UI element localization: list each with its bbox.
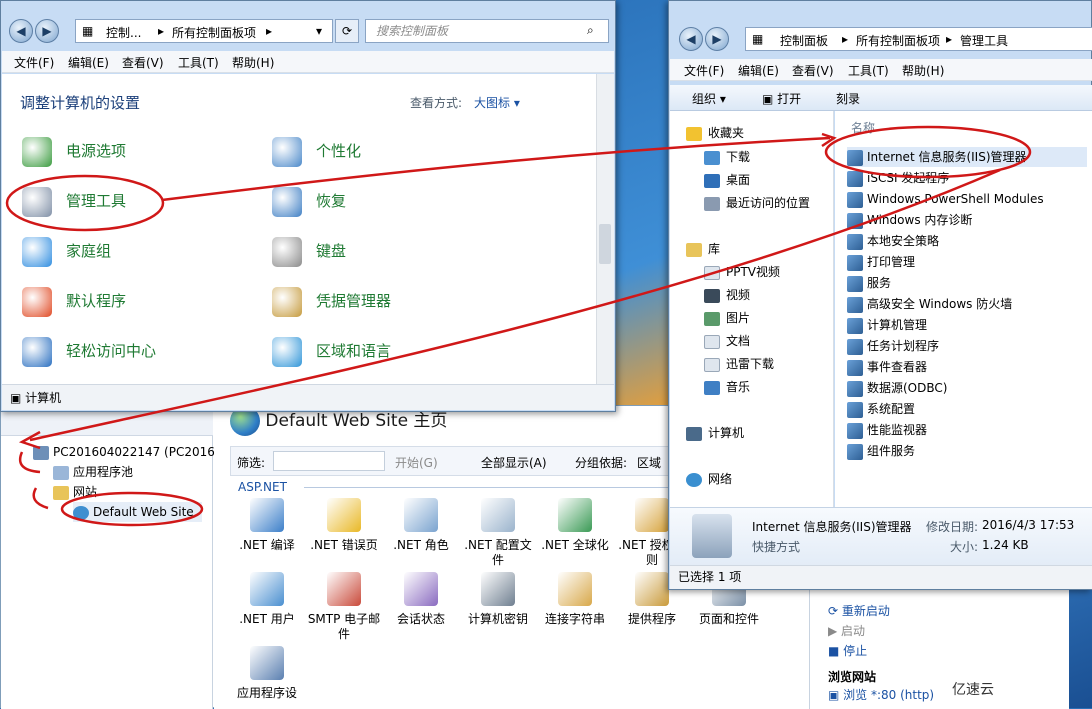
- watermark-logo: 亿速云: [952, 682, 994, 698]
- annotation-mark-sites: [32, 487, 49, 510]
- annotation-circle-default-site: [60, 491, 204, 527]
- annotation-mark-server: [18, 451, 41, 474]
- annotation-overlay: [5, 125, 1032, 527]
- annotation-arrow-to-admin-tools: [161, 136, 831, 202]
- annotation-circle-admin-tools: [5, 174, 165, 232]
- annotation-arrow-to-iis: [29, 168, 1001, 442]
